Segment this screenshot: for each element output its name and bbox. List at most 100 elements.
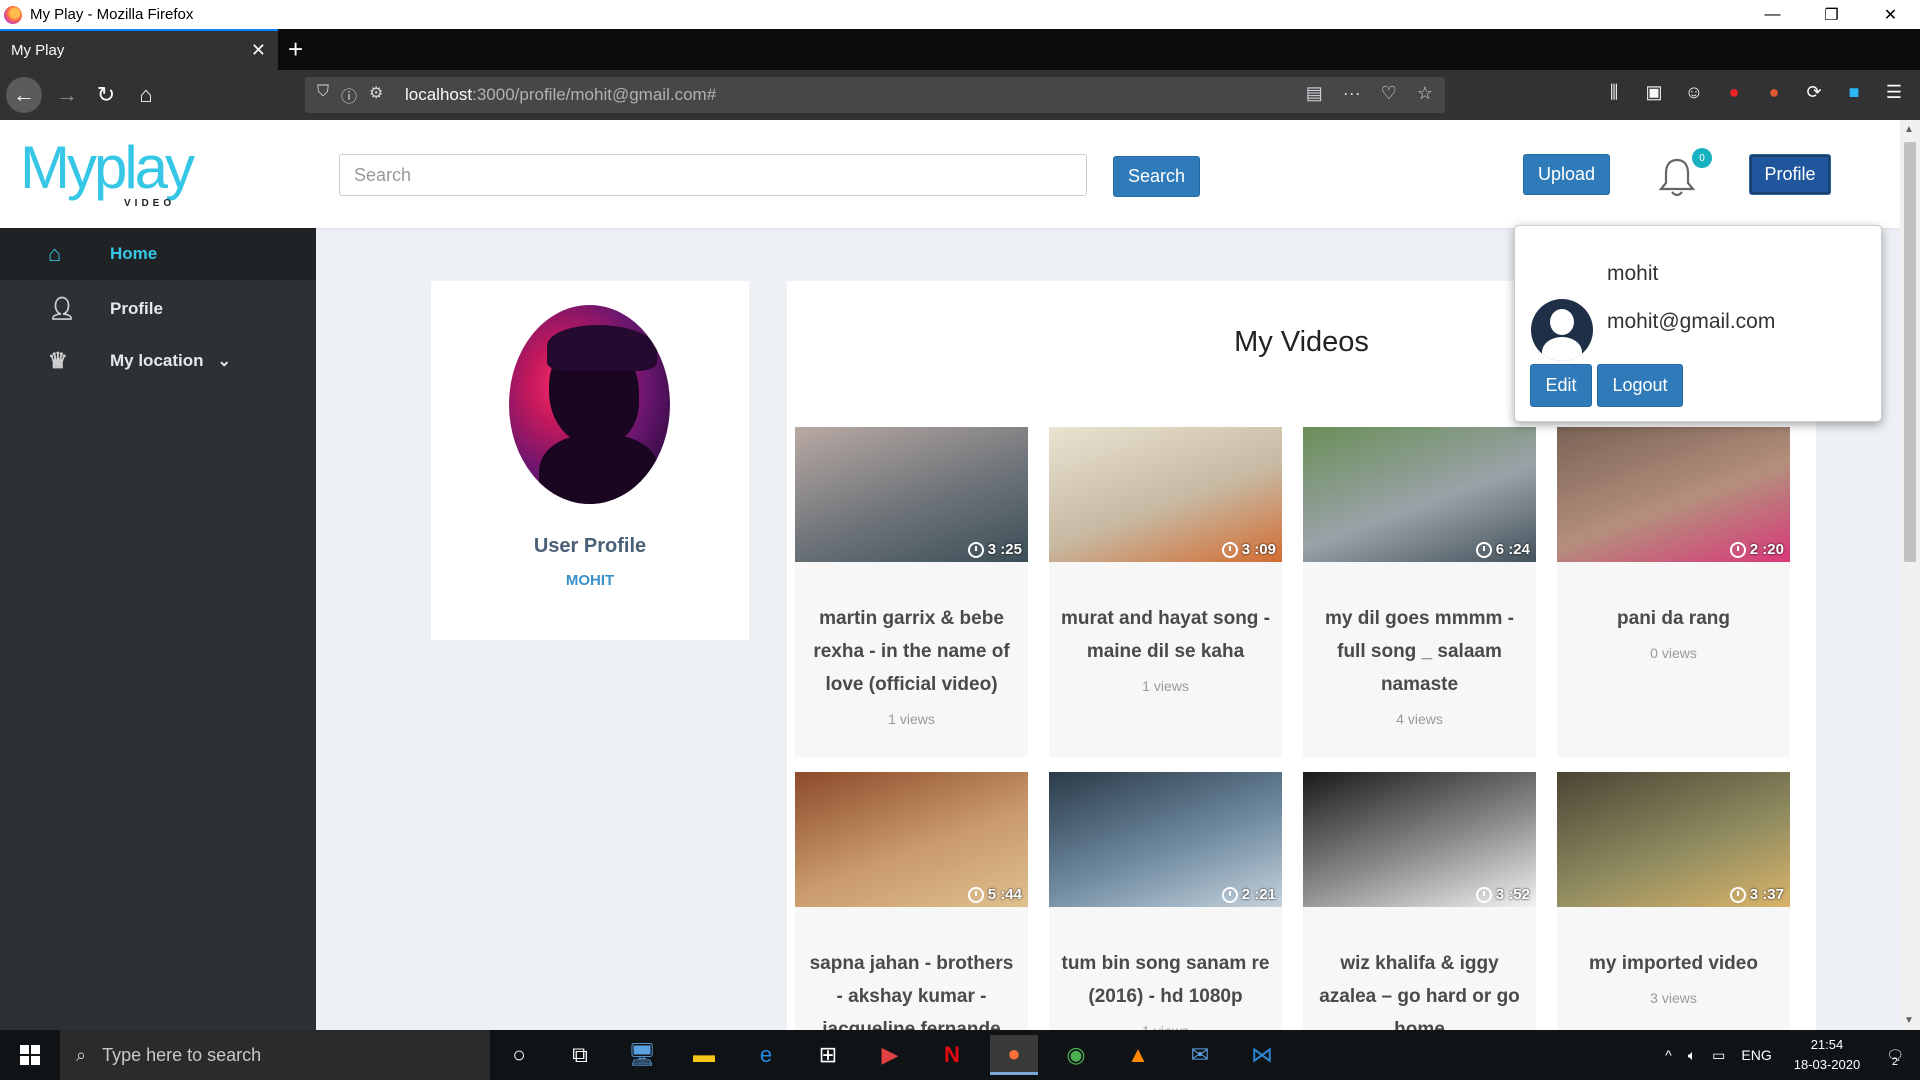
video-thumbnail[interactable]: 3 :52	[1303, 772, 1536, 907]
video-title[interactable]: sapna jahan - brothers - akshay kumar - …	[805, 947, 1018, 1030]
file-explorer-icon[interactable]: ▬	[680, 1035, 728, 1075]
volume-icon[interactable]: 🔈︎	[1688, 1047, 1696, 1064]
sidebar-item-label: My location	[110, 351, 204, 370]
video-thumbnail[interactable]: 3 :37	[1557, 772, 1790, 907]
video-thumbnail[interactable]: 2 :20	[1557, 427, 1790, 562]
scroll-up-icon[interactable]: ▲	[1904, 124, 1914, 135]
sidebar-item-profile[interactable]: 👤︎ Profile	[0, 283, 316, 335]
logout-button[interactable]: Logout	[1597, 364, 1683, 407]
video-card[interactable]: 5 :44 sapna jahan - brothers - akshay kum…	[795, 772, 1028, 1030]
taskbar-clock[interactable]: 21:54 18-03-2020	[1794, 1035, 1861, 1075]
video-thumbnail[interactable]: 2 :21	[1049, 772, 1282, 907]
video-title[interactable]: my dil goes mmmm - full song _ salaam na…	[1313, 602, 1526, 701]
clock-icon	[1475, 541, 1492, 558]
clock-time: 21:54	[1810, 1037, 1844, 1052]
scrollbar-thumb[interactable]	[1904, 142, 1916, 562]
video-card[interactable]: 3 :37 my imported video 3 views	[1557, 772, 1790, 1030]
bell-icon[interactable]	[1657, 156, 1697, 198]
battery-icon[interactable]: ▭	[1712, 1047, 1725, 1064]
video-title[interactable]: murat and hayat song - maine dil se kaha	[1059, 602, 1272, 668]
extension-stop-icon[interactable]: ●	[1722, 82, 1746, 103]
video-views: 0 views	[1650, 645, 1697, 661]
store-icon[interactable]: ⊞	[804, 1035, 852, 1075]
myplay-logo[interactable]: Myplay VIDEO	[20, 134, 220, 210]
url-bar[interactable]: ⛉ ⓘ ⚙ localhost:3000/profile/mohit@gmail…	[305, 77, 1445, 113]
forward-arrow-icon[interactable]: →	[52, 80, 82, 110]
media-player-icon[interactable]: ▶	[866, 1035, 914, 1075]
tab-label: My Play	[11, 42, 65, 59]
info-icon[interactable]: ⓘ	[341, 83, 357, 107]
upload-button[interactable]: Upload	[1523, 154, 1610, 195]
mail-icon[interactable]: ✉	[1176, 1035, 1224, 1075]
extension-sync-icon[interactable]: ⟳	[1802, 82, 1826, 103]
taskbar-search[interactable]: ⌕ Type here to search	[60, 1030, 490, 1080]
shield-icon[interactable]: ⛉	[317, 83, 329, 107]
reader-view-icon[interactable]: ▤	[1306, 83, 1323, 104]
pocket-icon[interactable]: ♡	[1381, 83, 1397, 104]
video-duration-text: 2 :20	[1749, 541, 1784, 558]
hamburger-menu-icon[interactable]: ☰	[1882, 82, 1906, 103]
page-actions-icon[interactable]: ···	[1343, 83, 1361, 104]
clock-date: 18-03-2020	[1793, 1057, 1861, 1072]
maximize-button[interactable]: ❐	[1802, 0, 1861, 29]
video-thumbnail[interactable]: 3 :25	[795, 427, 1028, 562]
clock-icon	[1221, 886, 1238, 903]
account-icon[interactable]: ☺	[1682, 82, 1706, 103]
firefox-icon[interactable]: ●	[990, 1035, 1038, 1075]
minimize-button[interactable]: —	[1743, 0, 1802, 29]
library-icon[interactable]: ⫼	[1602, 82, 1626, 103]
cortana-icon[interactable]: ○	[495, 1035, 543, 1075]
video-title[interactable]: wiz khalifa & iggy azalea – go hard or g…	[1313, 947, 1526, 1030]
video-thumbnail[interactable]: 5 :44	[795, 772, 1028, 907]
tab-strip: My Play ✕ +	[0, 29, 1920, 70]
permissions-icon[interactable]: ⚙	[369, 83, 383, 107]
video-card[interactable]: 3 :09 murat and hayat song - maine dil se…	[1049, 427, 1282, 757]
task-view-icon[interactable]: ⧉	[556, 1035, 604, 1075]
sidebar-item-home[interactable]: ⌂ Home	[0, 228, 316, 280]
video-thumbnail[interactable]: 6 :24	[1303, 427, 1536, 562]
start-button[interactable]	[0, 1030, 60, 1080]
video-title[interactable]: pani da rang	[1567, 602, 1780, 635]
clock-icon	[967, 541, 984, 558]
bookmark-star-icon[interactable]: ☆	[1417, 83, 1433, 104]
window-titlebar: My Play - Mozilla Firefox — ❐ ✕	[0, 0, 1920, 29]
page-scrollbar[interactable]: ▲ ▼	[1900, 120, 1920, 1030]
toolbar-right: ⫼ ▣ ☺ ● ● ⟳ ■ ☰	[1602, 82, 1920, 103]
profile-button[interactable]: Profile	[1749, 154, 1831, 195]
sidebar-item-my-location[interactable]: ♛ My location ⌄	[0, 335, 316, 387]
video-title[interactable]: martin garrix & bebe rexha - in the name…	[805, 602, 1018, 701]
extension-screenshot-icon[interactable]: ■	[1842, 82, 1866, 103]
sidebar-toggle-icon[interactable]: ▣	[1642, 82, 1666, 103]
video-duration: 3 :37	[1729, 886, 1784, 903]
edit-button[interactable]: Edit	[1530, 364, 1592, 407]
vlc-icon[interactable]: ▲	[1114, 1035, 1162, 1075]
home-icon: ⌂	[48, 241, 62, 266]
chrome-icon[interactable]: ◉	[1052, 1035, 1100, 1075]
netflix-icon[interactable]: N	[928, 1035, 976, 1075]
back-arrow-icon[interactable]: ←	[6, 77, 42, 113]
network-pc-icon[interactable]: 🖥︎	[618, 1035, 666, 1075]
video-thumbnail[interactable]: 3 :09	[1049, 427, 1282, 562]
tab-close-icon[interactable]: ✕	[251, 40, 266, 61]
edge-icon[interactable]: e	[742, 1035, 790, 1075]
video-card[interactable]: 6 :24 my dil goes mmmm - full song _ sala…	[1303, 427, 1536, 757]
video-card[interactable]: 3 :52 wiz khalifa & iggy azalea – go hard…	[1303, 772, 1536, 1030]
logo-text: Myplay	[20, 134, 195, 201]
search-input[interactable]	[339, 154, 1087, 196]
home-icon[interactable]: ⌂	[131, 80, 161, 110]
video-card[interactable]: 2 :20 pani da rang 0 views	[1557, 427, 1790, 757]
video-title[interactable]: tum bin song sanam re (2016) - hd 1080p	[1059, 947, 1272, 1013]
close-window-button[interactable]: ✕	[1861, 0, 1920, 29]
chevron-up-icon[interactable]: ^	[1665, 1047, 1672, 1063]
vscode-icon[interactable]: ⋈	[1238, 1035, 1286, 1075]
video-card[interactable]: 3 :25 martin garrix & bebe rexha - in the…	[795, 427, 1028, 757]
video-card[interactable]: 2 :21 tum bin song sanam re (2016) - hd 1…	[1049, 772, 1282, 1030]
language-indicator[interactable]: ENG	[1741, 1047, 1771, 1063]
reload-icon[interactable]: ↻	[91, 80, 121, 110]
video-title[interactable]: my imported video	[1567, 947, 1780, 980]
new-tab-button[interactable]: +	[288, 34, 303, 65]
scroll-down-icon[interactable]: ▼	[1904, 1015, 1914, 1026]
tab-my-play[interactable]: My Play ✕	[0, 29, 278, 70]
extension-duck-icon[interactable]: ●	[1762, 82, 1786, 103]
search-button[interactable]: Search	[1113, 156, 1200, 197]
